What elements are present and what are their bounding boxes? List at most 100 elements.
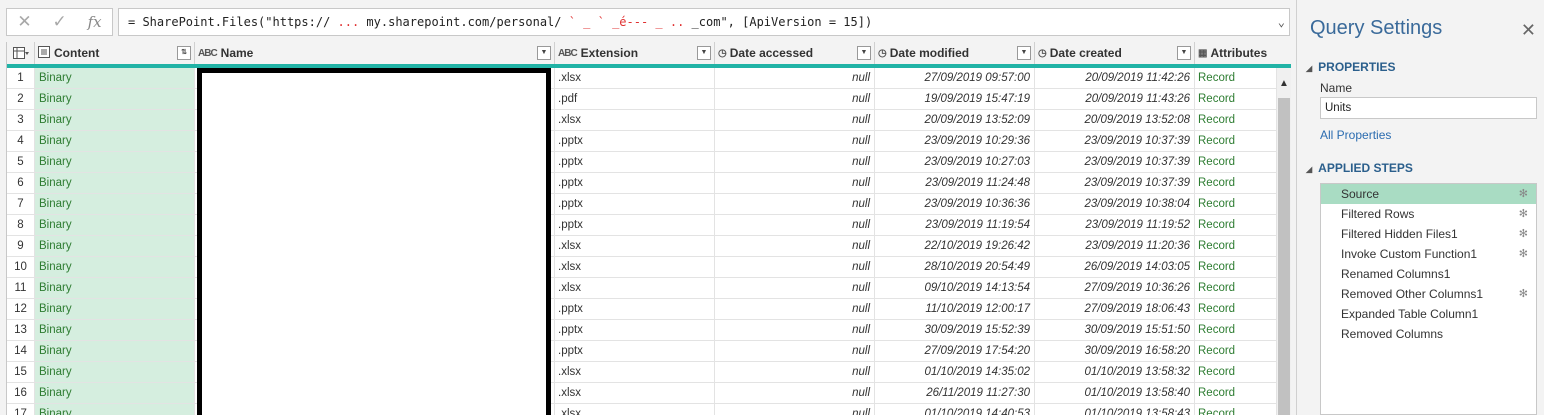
column-header-label: Date created <box>1049 46 1122 60</box>
cell-attributes[interactable]: Record <box>1195 383 1277 403</box>
cell-date-modified: 19/09/2019 15:47:19 <box>875 89 1035 109</box>
properties-section-header[interactable]: ◢ PROPERTIES <box>1306 60 1396 74</box>
cell-date-accessed: null <box>715 173 875 193</box>
cell-content[interactable]: Binary <box>35 236 195 256</box>
cell-date-accessed: null <box>715 68 875 88</box>
applied-step[interactable]: Invoke Custom Function1 ✻ <box>1321 244 1536 264</box>
step-settings-gear-icon[interactable]: ✻ <box>1519 244 1528 264</box>
cell-date-modified: 26/11/2019 11:27:30 <box>875 383 1035 403</box>
applied-step-label: Filtered Hidden Files1 <box>1341 227 1458 241</box>
cell-attributes[interactable]: Record <box>1195 278 1277 298</box>
formula-input[interactable]: = SharePoint.Files("https:// ... my.shar… <box>118 8 1290 36</box>
cell-attributes[interactable]: Record <box>1195 236 1277 256</box>
all-properties-link[interactable]: All Properties <box>1320 128 1391 142</box>
cell-content[interactable]: Binary <box>35 341 195 361</box>
row-number: 15 <box>7 362 35 382</box>
cell-content[interactable]: Binary <box>35 89 195 109</box>
cell-attributes[interactable]: Record <box>1195 320 1277 340</box>
cell-extension: .pptx <box>555 320 715 340</box>
column-header-date-accessed[interactable]: ◷ Date accessed ▼ <box>715 42 875 64</box>
filter-dropdown-icon[interactable]: ▼ <box>1017 46 1031 60</box>
cell-attributes[interactable]: Record <box>1195 299 1277 319</box>
expand-column-icon[interactable]: ⇅ <box>177 46 191 60</box>
record-type-icon: ▦ <box>1198 47 1208 59</box>
applied-steps-section-header[interactable]: ◢ APPLIED STEPS <box>1306 161 1413 175</box>
cell-content[interactable]: Binary <box>35 68 195 88</box>
applied-step[interactable]: Filtered Rows ✻ <box>1321 204 1536 224</box>
cell-date-created: 27/09/2019 10:36:26 <box>1035 278 1195 298</box>
cell-date-accessed: null <box>715 236 875 256</box>
expand-formula-icon[interactable]: ⌄ <box>1278 9 1285 35</box>
cell-attributes[interactable]: Record <box>1195 68 1277 88</box>
collapse-triangle-icon[interactable]: ◢ <box>1306 64 1312 73</box>
formula-bar-buttons: ✕ ✓ fx <box>6 8 113 36</box>
column-header-name[interactable]: ABC Name ▼ <box>195 42 555 64</box>
cell-attributes[interactable]: Record <box>1195 404 1277 415</box>
collapse-triangle-icon[interactable]: ◢ <box>1306 165 1312 174</box>
applied-step[interactable]: Removed Columns <box>1321 324 1536 344</box>
cell-date-modified: 23/09/2019 11:24:48 <box>875 173 1035 193</box>
cell-extension: .pptx <box>555 173 715 193</box>
step-settings-gear-icon[interactable]: ✻ <box>1519 184 1528 204</box>
column-header-extension[interactable]: ABC Extension ▼ <box>555 42 715 64</box>
cell-content[interactable]: Binary <box>35 173 195 193</box>
cell-attributes[interactable]: Record <box>1195 110 1277 130</box>
cell-attributes[interactable]: Record <box>1195 257 1277 277</box>
applied-step[interactable]: Removed Other Columns1 ✻ <box>1321 284 1536 304</box>
filter-dropdown-icon[interactable]: ▼ <box>857 46 871 60</box>
applied-step[interactable]: Filtered Hidden Files1 ✻ <box>1321 224 1536 244</box>
step-settings-gear-icon[interactable]: ✻ <box>1519 224 1528 244</box>
cell-content[interactable]: Binary <box>35 299 195 319</box>
scroll-up-icon[interactable]: ▲ <box>1277 78 1291 89</box>
applied-step[interactable]: Source ✻ <box>1321 184 1536 204</box>
cell-content[interactable]: Binary <box>35 404 195 415</box>
row-number: 10 <box>7 257 35 277</box>
filter-dropdown-icon[interactable]: ▼ <box>1177 46 1191 60</box>
vertical-scrollbar[interactable]: ▲ <box>1277 68 1291 415</box>
filter-dropdown-icon[interactable]: ▼ <box>697 46 711 60</box>
cell-attributes[interactable]: Record <box>1195 362 1277 382</box>
cell-content[interactable]: Binary <box>35 152 195 172</box>
column-header-content[interactable]: Content ⇅ <box>35 42 195 64</box>
cell-date-accessed: null <box>715 152 875 172</box>
fx-icon[interactable]: fx <box>88 13 102 31</box>
close-icon[interactable]: ✕ <box>1521 20 1536 41</box>
query-name-input[interactable]: Units <box>1320 97 1537 119</box>
cell-content[interactable]: Binary <box>35 320 195 340</box>
redacted-name-block <box>197 68 551 415</box>
cell-attributes[interactable]: Record <box>1195 173 1277 193</box>
cell-content[interactable]: Binary <box>35 194 195 214</box>
cell-date-modified: 22/10/2019 19:26:42 <box>875 236 1035 256</box>
cell-content[interactable]: Binary <box>35 383 195 403</box>
column-header-attributes[interactable]: ▦ Attributes <box>1195 42 1291 64</box>
filter-dropdown-icon[interactable]: ▼ <box>537 46 551 60</box>
commit-icon[interactable]: ✓ <box>52 12 66 32</box>
cell-attributes[interactable]: Record <box>1195 215 1277 235</box>
formula-text-mid: my.sharepoint.com/personal/ <box>366 15 562 29</box>
cell-content[interactable]: Binary <box>35 131 195 151</box>
cell-attributes[interactable]: Record <box>1195 341 1277 361</box>
cell-content[interactable]: Binary <box>35 110 195 130</box>
column-header-date-modified[interactable]: ◷ Date modified ▼ <box>875 42 1035 64</box>
cell-date-created: 01/10/2019 13:58:40 <box>1035 383 1195 403</box>
cell-content[interactable]: Binary <box>35 257 195 277</box>
cell-attributes[interactable]: Record <box>1195 131 1277 151</box>
row-number: 9 <box>7 236 35 256</box>
column-header-date-created[interactable]: ◷ Date created ▼ <box>1035 42 1195 64</box>
cell-content[interactable]: Binary <box>35 362 195 382</box>
applied-step[interactable]: Expanded Table Column1 <box>1321 304 1536 324</box>
scrollbar-thumb[interactable] <box>1278 98 1290 415</box>
cell-date-modified: 09/10/2019 14:13:54 <box>875 278 1035 298</box>
cell-content[interactable]: Binary <box>35 215 195 235</box>
cell-attributes[interactable]: Record <box>1195 194 1277 214</box>
cell-attributes[interactable]: Record <box>1195 152 1277 172</box>
table-menu-icon[interactable] <box>7 42 35 64</box>
cell-extension: .xlsx <box>555 68 715 88</box>
cell-date-accessed: null <box>715 194 875 214</box>
cell-attributes[interactable]: Record <box>1195 89 1277 109</box>
step-settings-gear-icon[interactable]: ✻ <box>1519 284 1528 304</box>
cancel-icon[interactable]: ✕ <box>17 12 31 32</box>
cell-content[interactable]: Binary <box>35 278 195 298</box>
applied-step[interactable]: Renamed Columns1 <box>1321 264 1536 284</box>
step-settings-gear-icon[interactable]: ✻ <box>1519 204 1528 224</box>
